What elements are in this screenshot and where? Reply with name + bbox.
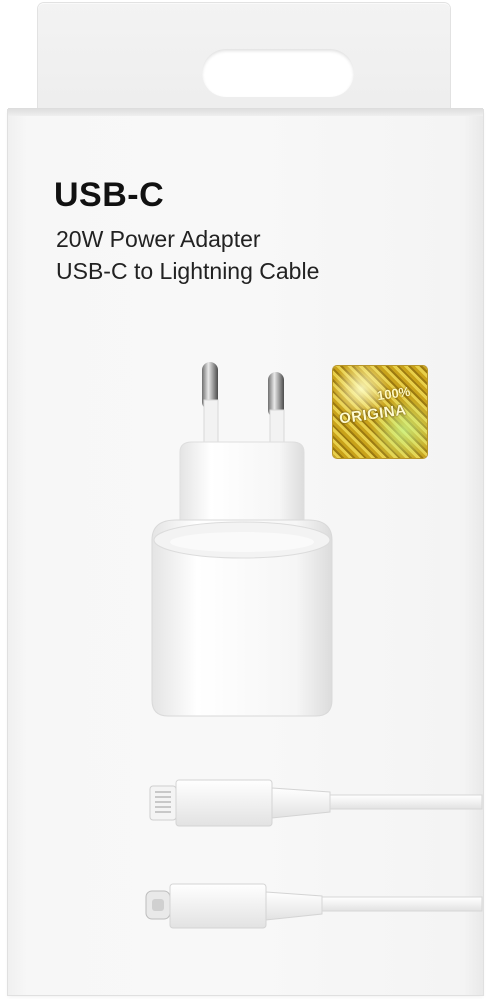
usb-c-cable [145,883,483,929]
hologram-sticker: 100% ORIGINA [333,366,427,458]
lightning-cable [149,779,483,827]
hologram-percent-text: 100% [376,383,412,404]
product-illustration [145,362,483,929]
product-box-photo: USB-C 20W Power Adapter USB-C to Lightni… [0,0,488,999]
hologram-original-text: ORIGINA [338,401,408,428]
